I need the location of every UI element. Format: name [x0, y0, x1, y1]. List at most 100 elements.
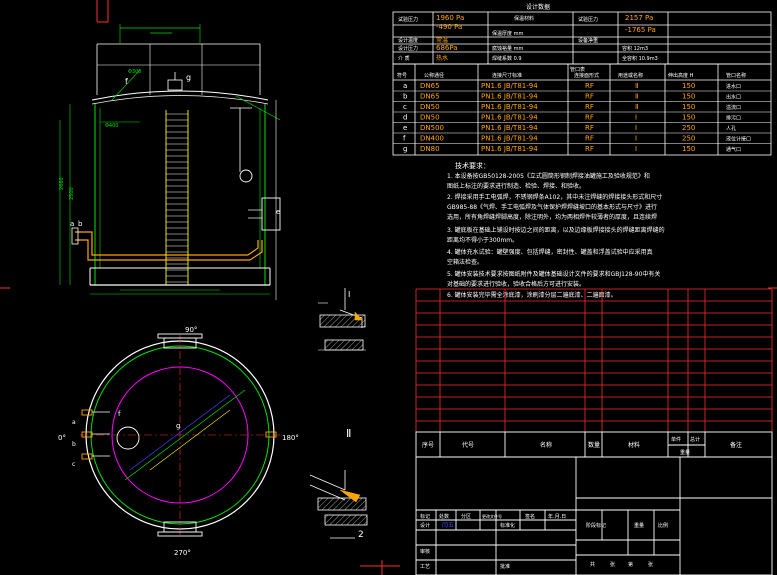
angle-label-270: 270° — [174, 549, 191, 557]
parts-title-block: 序号 代号 名称 数量 材料 单件 总计 重量 备注 标记 处数 分区 更改文件… — [415, 288, 773, 575]
nozzle-table-section-title: 管口表 — [570, 66, 585, 73]
tech-req-line: 选用，所有角焊缝焊脚高度，除注明外，均为两相焊件较薄者的厚度，且连续焊 — [447, 213, 657, 221]
nozzle-cell-face: RF — [585, 135, 594, 143]
nozzle-label-f: e — [276, 208, 280, 216]
right-row-0: 设备净重 — [578, 37, 598, 44]
nozzle-header-0: 符号 — [397, 72, 407, 79]
left-row-label-3: 介 质 — [398, 55, 410, 62]
tech-requirements: 技术要求： 1. 本设备按GB50128-2005《立式圆筒形钢制焊接油罐施工及… — [447, 161, 665, 299]
dim-label-shell-height: 2500 — [69, 187, 75, 200]
tech-req-line: 图纸上标注的要求进行制造、检验、焊接、和验收。 — [447, 182, 585, 190]
drawing-frame — [0, 0, 777, 575]
dim-label-inner: Φ400 — [105, 123, 118, 129]
plan-view: 90° 0° 180° 270° f g a b c — [58, 326, 299, 557]
nozzle-table: 管口表 符号 公称通径 连接尺寸标准 连接面形式 用途或名称 伸出高度 H 管口… — [392, 63, 772, 156]
nozzle-cell-sym: f — [403, 135, 406, 143]
left-row-value-0b: -490 Pa — [436, 23, 462, 31]
nozzle-cell-dn: DN80 — [420, 145, 440, 153]
nozzle-cell-h: 150 — [682, 82, 695, 90]
tech-req-line: 3. 罐底板在基础上铺设时按边之间的距离，以及边缘板焊接接头的焊缝距离焊缝的 — [447, 226, 665, 234]
tb-label-2: 分区 — [461, 513, 471, 520]
left-row-value-3: 热水 — [436, 54, 448, 62]
tech-req-title: 技术要求： — [455, 161, 490, 170]
nozzle-cell-dn: DN50 — [420, 103, 440, 111]
nozzle-header-2: 连接尺寸标准 — [492, 72, 522, 79]
tech-req-line: 6. 罐体安装完毕需全涂底漆，涂刷漆分层二遍底漆、二遍面漆。 — [447, 291, 617, 299]
nozzle-cell-dn: DN500 — [420, 124, 444, 132]
nozzle-label-g: g — [186, 73, 191, 82]
tb-label-8: 阶段标记 — [586, 522, 606, 529]
nozzle-cell-std: PN1.6 JB/T81-94 — [481, 103, 538, 111]
design-table-title: 设计数据 — [526, 3, 550, 11]
tb-label-10: 比例 — [658, 522, 668, 529]
nozzle-label-e: f — [125, 77, 128, 86]
plan-nozzle-label-b: b — [72, 441, 76, 448]
tb-label-7: 标准化 — [500, 522, 515, 529]
nozzle-cell-sym: b — [403, 93, 408, 101]
tb-label-1: 处数 — [439, 513, 449, 520]
nozzle-cell-name: 出水口 — [726, 94, 741, 101]
nozzle-cell-face: RF — [585, 114, 594, 122]
plan-nozzle-label-c: c — [72, 461, 75, 468]
tb-label-12: 工艺 — [420, 564, 430, 570]
nozzle-cell-std: PN1.6 JB/T81-94 — [481, 135, 538, 143]
parts-header-8: 备注 — [730, 441, 742, 449]
plan-nozzle-label-a: a — [72, 419, 76, 426]
right-row-2: 全容积 10.9m3 — [622, 55, 658, 62]
nozzle-cell-name: 排污口 — [726, 115, 741, 122]
nozzle-cell-h: 150 — [682, 145, 695, 153]
left-row-value-0a: 1960 Pa — [436, 14, 464, 22]
plan-nozzle-label-f: f — [118, 410, 121, 418]
tb-label-4: 签名 — [525, 513, 535, 520]
nozzle-cell-std: PN1.6 JB/T81-94 — [481, 93, 538, 101]
nozzle-cell-sym: e — [403, 124, 407, 132]
nozzle-cell-name: 溢流口 — [726, 104, 741, 111]
right-value-0: 2157 Pa — [625, 14, 653, 22]
nozzle-cell-h: 250 — [682, 124, 695, 132]
detail-views: Ⅰ Ⅱ 2 — [309, 288, 368, 540]
detail-mark-2: Ⅱ — [346, 427, 351, 440]
right-value-1: -1765 Pa — [625, 26, 656, 34]
right-row-1: 容积 12m3 — [622, 45, 648, 52]
nozzle-header-5: 伸出高度 H — [668, 72, 694, 79]
tech-req-line: 5. 罐体安装技术要求按图纸附件及罐体基础设计文件的要求和GBJ128-90中有… — [447, 270, 660, 278]
parts-header-3: 数量 — [588, 441, 600, 449]
nozzle-cell-h: 250 — [682, 135, 695, 143]
tech-req-line: 空箱法检查。 — [447, 258, 483, 266]
nozzle-cell-name: 液位计接口 — [726, 136, 751, 143]
tech-req-line: 4. 罐体充水试验：罐壁强度、包括焊缝，密封性、罐盖和浮盖试验中应采用真 — [447, 248, 653, 256]
nozzle-header-1: 公称通径 — [424, 72, 444, 79]
parts-header-0: 序号 — [422, 441, 434, 449]
left-row-value-2: 686Pa — [436, 44, 458, 52]
nozzle-cell-sym: d — [403, 114, 407, 122]
nozzle-header-6: 管口名称 — [726, 72, 746, 79]
nozzle-cell-h: 150 — [682, 103, 695, 111]
tech-req-line: 1. 本设备按GB50128-2005《立式圆筒形钢制焊接油罐施工及验收规范》和 — [447, 172, 650, 180]
nozzle-cell-h: 150 — [682, 93, 695, 101]
nozzle-cell-dn: DN65 — [420, 82, 440, 90]
nozzle-cell-pos: Ⅱ — [635, 103, 638, 111]
tb-label-5: 年.月.日 — [548, 513, 566, 520]
tech-req-line: 距离均不得小于300mm。 — [447, 236, 518, 244]
nozzle-cell-std: PN1.6 JB/T81-94 — [481, 82, 538, 90]
nozzle-cell-name: 人孔 — [726, 125, 736, 132]
nozzle-cell-sym: a — [403, 82, 407, 90]
tb-label-9: 重量 — [634, 522, 644, 529]
tb-label-3: 更改文件号 — [482, 513, 502, 519]
left-row-label-0: 试验压力 — [398, 16, 418, 23]
nozzle-cell-sym: c — [403, 103, 407, 111]
detail-mark-1: Ⅰ — [348, 290, 350, 299]
tb-label-13: 批准 — [500, 563, 510, 570]
plan-nozzle-label-g: g — [176, 422, 180, 430]
tb-label-15: 张 — [610, 561, 615, 568]
mid-label-3: 焊缝系数 0.9 — [492, 55, 522, 62]
nozzle-cell-pos: Ⅰ — [635, 135, 637, 143]
tb-label-6: 设计 — [420, 522, 430, 529]
left-row-label-2: 设计压力 — [398, 45, 418, 52]
parts-header-6: 总计 — [690, 436, 700, 443]
angle-label-0: 0° — [58, 434, 66, 442]
tech-req-line: 2. 焊接采用手工电弧焊，不锈钢焊条A102，其中未注焊缝的焊接接头形式和尺寸 — [447, 193, 662, 201]
nozzle-cell-h: 150 — [682, 114, 695, 122]
parts-header-2: 名称 — [540, 441, 552, 449]
right-label: 试验压力 — [578, 16, 598, 23]
